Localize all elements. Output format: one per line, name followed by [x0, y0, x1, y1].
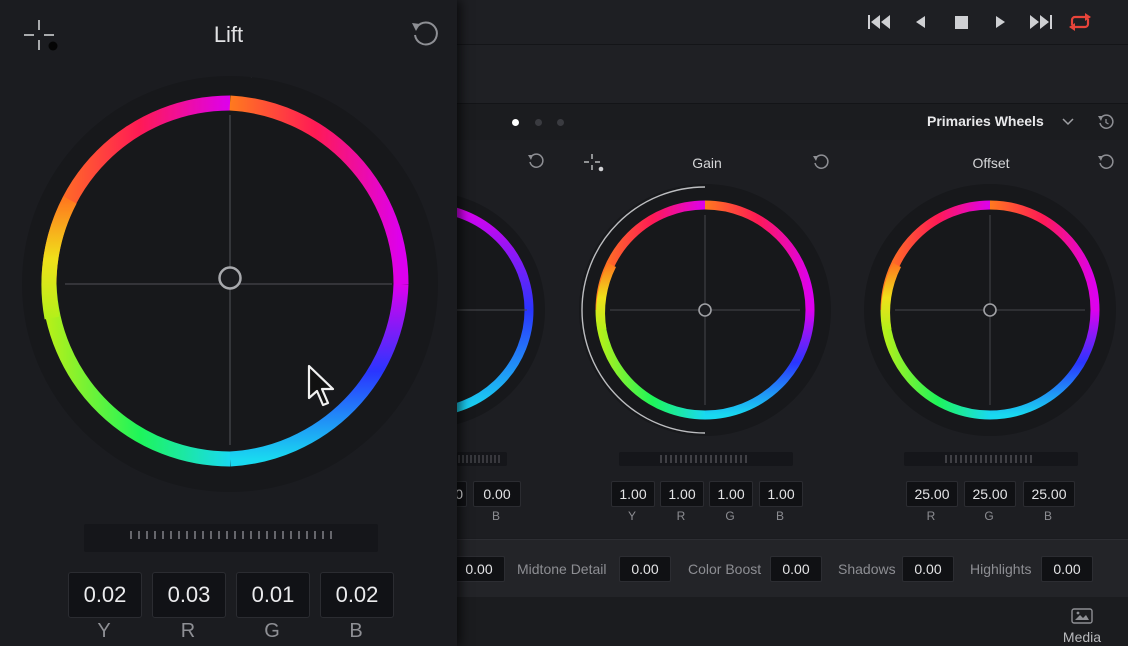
loop-button[interactable] — [1067, 9, 1093, 35]
lift-value-g[interactable]: 0.01 — [236, 572, 310, 618]
reset-lift-icon[interactable] — [410, 19, 440, 49]
offset-value-g[interactable]: 25.00 — [964, 481, 1016, 507]
skip-to-end-icon — [1030, 15, 1052, 29]
color-boost-input[interactable]: 0.00 — [770, 556, 822, 582]
gain-value-g[interactable]: 1.00 — [709, 481, 753, 507]
slider-ticks — [945, 455, 1032, 463]
step-back-button[interactable] — [907, 9, 933, 35]
gain-value-y[interactable]: 1.00 — [611, 481, 655, 507]
gain-color-wheel[interactable] — [577, 180, 833, 436]
channel-label: B — [491, 509, 500, 523]
transport-bar — [457, 0, 1128, 45]
channel-label: B — [349, 620, 363, 642]
gain-master-slider[interactable] — [619, 452, 793, 466]
skip-to-start-icon — [868, 15, 890, 29]
slider-ticks — [458, 455, 500, 463]
media-label: Media — [1062, 629, 1102, 645]
stop-button[interactable] — [948, 9, 974, 35]
param-label-highlights: Highlights — [970, 561, 1032, 577]
lift-wheel-panel: Lift 0.02 0.03 0.01 0.02 Y R G B — [0, 0, 457, 646]
channel-label: B — [1043, 509, 1052, 523]
param-value-cut[interactable]: 0.00 — [453, 556, 505, 582]
media-page-button[interactable]: Media — [1055, 607, 1109, 645]
mode-dropdown-label: Primaries Wheels — [927, 113, 1044, 129]
page-dot[interactable] — [557, 119, 564, 126]
reset-all-icon[interactable] — [1097, 113, 1115, 131]
offset-master-slider[interactable] — [904, 452, 1078, 466]
gain-value-b[interactable]: 1.00 — [759, 481, 803, 507]
reset-offset-icon[interactable] — [1097, 153, 1115, 171]
loop-icon — [1069, 13, 1091, 31]
chevron-down-icon — [1062, 118, 1074, 126]
param-label-color-boost: Color Boost — [688, 561, 762, 577]
wheels-header: Primaries Wheels — [457, 103, 1128, 141]
play-button[interactable] — [987, 9, 1013, 35]
channel-label: G — [264, 620, 280, 642]
lift-value-b[interactable]: 0.02 — [320, 572, 394, 618]
lift-color-wheel[interactable] — [20, 70, 440, 500]
page-dot-active[interactable] — [512, 119, 519, 126]
gain-value-r[interactable]: 1.00 — [660, 481, 704, 507]
step-back-icon — [916, 16, 925, 28]
channel-label: Y — [627, 509, 636, 523]
skip-to-start-button[interactable] — [867, 9, 893, 35]
skip-to-end-button[interactable] — [1027, 9, 1053, 35]
lift-title: Lift — [213, 22, 244, 47]
offset-title: Offset — [972, 155, 1010, 171]
partial-color-wheel[interactable] — [457, 140, 567, 440]
channel-label: R — [180, 620, 196, 642]
channel-label: B — [775, 509, 784, 523]
page-dot[interactable] — [535, 119, 542, 126]
adjustment-params: 0.00 Midtone Detail 0.00 Color Boost 0.0… — [453, 539, 1128, 597]
param-label-midtone-detail: Midtone Detail — [517, 561, 607, 577]
shadows-input[interactable]: 0.00 — [902, 556, 954, 582]
media-icon — [1071, 608, 1093, 624]
lift-value-y[interactable]: 0.02 — [68, 572, 142, 618]
channel-label: G — [984, 509, 994, 523]
midtone-detail-input[interactable]: 0.00 — [619, 556, 671, 582]
highlights-input[interactable]: 0.00 — [1041, 556, 1093, 582]
stop-icon — [955, 16, 968, 29]
channel-label: G — [725, 509, 735, 523]
gain-title: Gain — [692, 155, 722, 171]
lift-value-r[interactable]: 0.03 — [152, 572, 226, 618]
offset-color-wheel[interactable] — [862, 180, 1118, 436]
slider-ticks — [130, 531, 332, 539]
crosshair-icon[interactable] — [583, 153, 605, 175]
page-footer: Media — [457, 597, 1128, 646]
reset-wheel-icon[interactable] — [527, 152, 545, 170]
wheels-area: 0 0.00 B Gain 1.00 1.00 1.00 1.00 Y R G … — [445, 140, 1128, 538]
partial-master-slider[interactable] — [457, 452, 507, 466]
channel-label: Y — [97, 620, 111, 642]
offset-value-r[interactable]: 25.00 — [906, 481, 958, 507]
play-icon — [996, 16, 1005, 28]
channel-label: R — [926, 509, 936, 523]
channel-label: R — [676, 509, 686, 523]
partial-value-b[interactable]: 0.00 — [473, 481, 521, 507]
reset-gain-icon[interactable] — [812, 153, 830, 171]
mouse-cursor-icon — [307, 364, 335, 407]
lift-master-slider[interactable] — [84, 524, 378, 552]
param-label-shadows: Shadows — [838, 561, 896, 577]
mode-dropdown[interactable]: Primaries Wheels — [927, 104, 1077, 140]
slider-ticks — [660, 455, 747, 463]
offset-value-b[interactable]: 25.00 — [1023, 481, 1075, 507]
toolbar-band — [457, 45, 1128, 103]
